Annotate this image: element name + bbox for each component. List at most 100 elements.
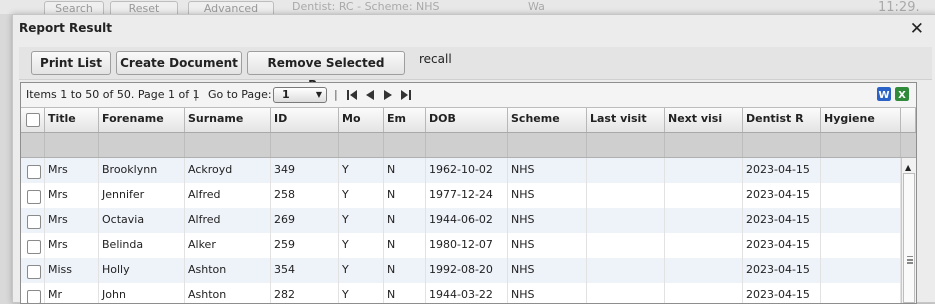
row-select-cell[interactable]: [21, 258, 45, 283]
table-row[interactable]: Mrs Belinda Alker 259 Y N 1980-12-07 NHS…: [21, 233, 901, 258]
cell-next-visit: [665, 233, 743, 258]
column-header-dentist-recall[interactable]: Dentist R: [743, 108, 821, 132]
scrollbar-grip-icon: [907, 256, 913, 258]
row-select-cell[interactable]: [21, 158, 45, 183]
print-list-button[interactable]: Print List: [31, 51, 111, 75]
row-select-cell[interactable]: [21, 183, 45, 208]
next-page-icon[interactable]: [382, 89, 394, 101]
cell-title: Mrs: [45, 183, 99, 208]
cell-title: Mrs: [45, 158, 99, 183]
column-header-next-visit[interactable]: Next visi: [665, 108, 743, 132]
cell-title: Mrs: [45, 233, 99, 258]
row-select-cell[interactable]: [21, 233, 45, 258]
cell-surname: Alfred: [185, 208, 271, 233]
cell-id: 258: [271, 183, 339, 208]
cell-dentist-recall: 2023-04-15: [743, 183, 821, 208]
vertical-scrollbar[interactable]: ▲: [901, 158, 916, 303]
cell-forename: Brooklynn: [99, 158, 185, 183]
report-grid: Items 1 to 50 of 50. Page 1 of 1 | Go to…: [20, 82, 917, 304]
filter-cell[interactable]: [185, 133, 271, 157]
column-header-forename[interactable]: Forename: [99, 108, 185, 132]
cell-id: 354: [271, 258, 339, 283]
filter-cell[interactable]: [45, 133, 99, 157]
svg-text:W: W: [878, 90, 889, 101]
row-checkbox[interactable]: [27, 240, 41, 254]
pager-separator: |: [194, 88, 198, 101]
create-document-button[interactable]: Create Document: [116, 51, 242, 75]
recall-label: recall: [419, 52, 452, 66]
remove-selected-rows-button[interactable]: Remove Selected Rows: [247, 51, 405, 92]
cell-dob: 1962-10-02: [426, 158, 508, 183]
column-header-last-visit[interactable]: Last visit: [587, 108, 665, 132]
column-header-title[interactable]: Title: [45, 108, 99, 132]
filter-cell[interactable]: [339, 133, 384, 157]
close-icon[interactable]: ✕: [910, 19, 924, 39]
grid-header: Title Forename Surname ID Mo Em DOB Sche…: [21, 108, 916, 133]
filter-cell[interactable]: [384, 133, 426, 157]
column-header-scheme[interactable]: Scheme: [508, 108, 587, 132]
excel-icon[interactable]: X: [895, 87, 909, 101]
row-select-cell[interactable]: [21, 208, 45, 233]
column-header-mo[interactable]: Mo: [339, 108, 384, 132]
filter-cell[interactable]: [271, 133, 339, 157]
cell-id: 349: [271, 158, 339, 183]
row-checkbox[interactable]: [27, 190, 41, 204]
page-select-value: 1: [282, 88, 290, 101]
filter-cell[interactable]: [508, 133, 587, 157]
page-select[interactable]: 1 ▼: [273, 87, 327, 103]
filter-cell[interactable]: [99, 133, 185, 157]
word-icon[interactable]: W: [877, 87, 891, 101]
column-header-hygiene[interactable]: Hygiene: [821, 108, 901, 132]
filter-cell[interactable]: [743, 133, 821, 157]
cell-dob: 1980-12-07: [426, 233, 508, 258]
column-header-em[interactable]: Em: [384, 108, 426, 132]
filter-cell[interactable]: [426, 133, 508, 157]
cell-hygiene: [821, 208, 901, 233]
scroll-up-icon[interactable]: ▲: [905, 163, 911, 172]
dialog-title: Report Result: [19, 21, 112, 35]
cell-dentist-recall: 2023-04-15: [743, 208, 821, 233]
table-row[interactable]: Mrs Brooklynn Ackroyd 349 Y N 1962-10-02…: [21, 158, 901, 183]
goto-page-label: Go to Page:: [208, 88, 272, 101]
header-scroll-spacer: [901, 108, 916, 132]
cell-em: N: [384, 208, 426, 233]
grid-pager: Items 1 to 50 of 50. Page 1 of 1 | Go to…: [21, 83, 916, 108]
cell-surname: Alfred: [185, 183, 271, 208]
row-checkbox[interactable]: [27, 215, 41, 229]
last-page-icon[interactable]: [400, 89, 412, 101]
bg-time-text: 11:29.: [878, 0, 920, 15]
cell-surname: Alker: [185, 233, 271, 258]
filter-cell[interactable]: [587, 133, 665, 157]
row-checkbox[interactable]: [27, 290, 41, 303]
column-header-id[interactable]: ID: [271, 108, 339, 132]
column-header-surname[interactable]: Surname: [185, 108, 271, 132]
cell-title: Miss: [45, 258, 99, 283]
filter-cell[interactable]: [21, 133, 45, 157]
table-row[interactable]: Mrs Jennifer Alfred 258 Y N 1977-12-24 N…: [21, 183, 901, 208]
cell-id: 259: [271, 233, 339, 258]
row-checkbox[interactable]: [27, 265, 41, 279]
prev-page-icon[interactable]: [364, 89, 376, 101]
cell-last-visit: [587, 183, 665, 208]
cell-forename: Belinda: [99, 233, 185, 258]
cell-mo: Y: [339, 233, 384, 258]
cell-scheme: NHS: [508, 158, 587, 183]
bg-side-text: Wa: [528, 0, 545, 13]
cell-hygiene: [821, 183, 901, 208]
filter-cell[interactable]: [821, 133, 901, 157]
cell-last-visit: [587, 258, 665, 283]
table-row[interactable]: Miss Holly Ashton 354 Y N 1992-08-20 NHS…: [21, 258, 901, 283]
scrollbar-thumb[interactable]: [903, 173, 915, 303]
cell-title: Mrs: [45, 208, 99, 233]
first-page-icon[interactable]: [346, 89, 358, 101]
column-header-dob[interactable]: DOB: [426, 108, 508, 132]
select-all-checkbox[interactable]: [26, 113, 40, 127]
filter-cell[interactable]: [665, 133, 743, 157]
dialog-toolbar: Print List Create Document Remove Select…: [19, 47, 932, 92]
table-row[interactable]: Mrs Octavia Alfred 269 Y N 1944-06-02 NH…: [21, 208, 901, 233]
row-checkbox[interactable]: [27, 165, 41, 179]
chevron-down-icon: ▼: [315, 90, 322, 99]
header-select-all[interactable]: [21, 108, 45, 132]
bg-info-text: Dentist: RC - Scheme: NHS: [292, 0, 440, 13]
cell-mo: Y: [339, 208, 384, 233]
